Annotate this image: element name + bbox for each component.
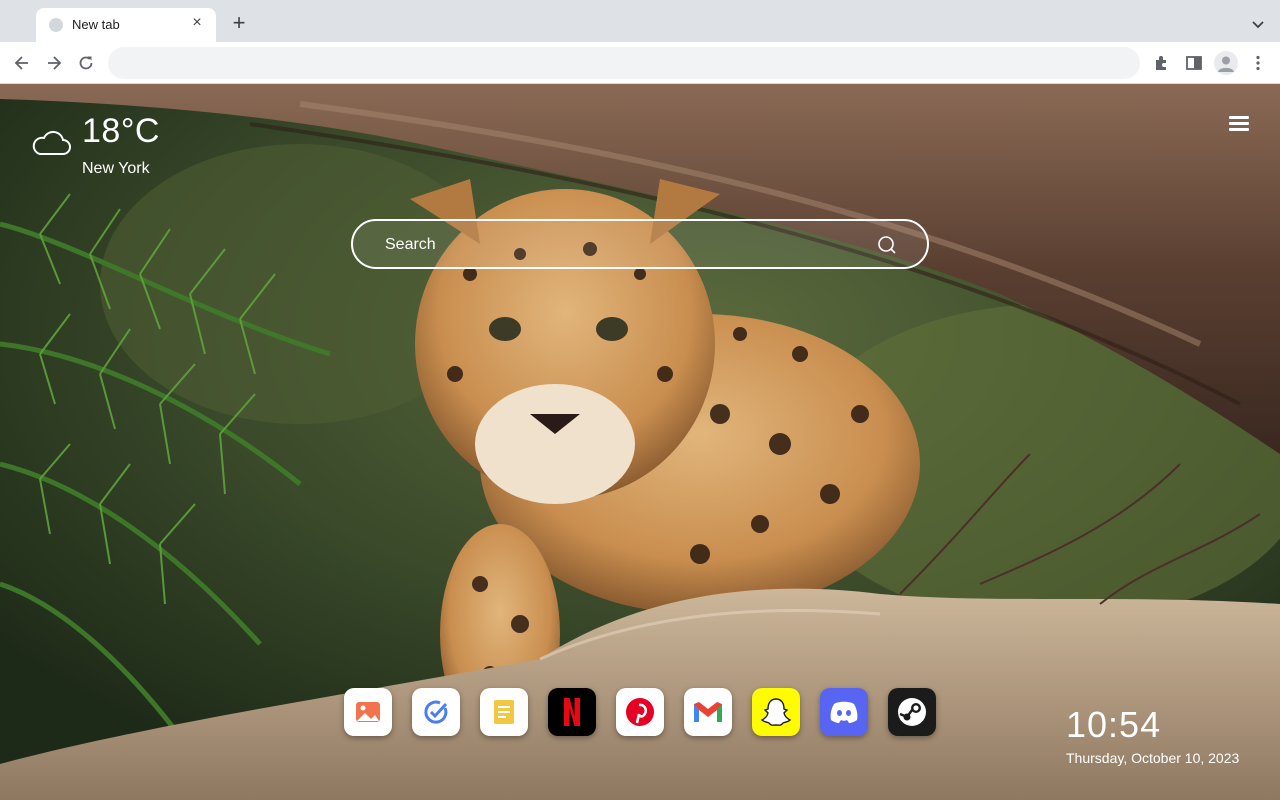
photos-icon bbox=[356, 702, 380, 722]
address-bar[interactable] bbox=[108, 47, 1140, 79]
netflix-icon bbox=[564, 698, 580, 726]
search-input[interactable] bbox=[383, 221, 867, 269]
profile-avatar-icon[interactable] bbox=[1214, 51, 1238, 75]
netflix-app-shortcut[interactable] bbox=[548, 688, 596, 736]
notes-icon bbox=[494, 700, 514, 724]
reload-icon[interactable] bbox=[76, 53, 96, 73]
new-tab-button[interactable]: + bbox=[228, 12, 250, 34]
temperature-label: 18°C bbox=[82, 112, 160, 150]
puzzle-icon[interactable] bbox=[1152, 53, 1172, 73]
side-panel-icon[interactable] bbox=[1184, 53, 1204, 73]
chevron-down-icon[interactable] bbox=[1250, 16, 1266, 32]
hamburger-icon[interactable] bbox=[1229, 116, 1249, 134]
tab-strip: New tab × + bbox=[0, 0, 1280, 42]
gmail-icon bbox=[694, 702, 722, 722]
back-arrow-icon[interactable] bbox=[12, 53, 32, 73]
search-icon[interactable] bbox=[877, 235, 897, 255]
steam-icon bbox=[898, 698, 926, 726]
clock-time: 10:54 bbox=[1066, 704, 1162, 745]
new-tab-page: 18°C New York Search 10:54 Thursday, Oct… bbox=[0, 84, 1280, 800]
plus-icon: + bbox=[232, 10, 246, 35]
steam-app-shortcut[interactable] bbox=[888, 688, 936, 736]
discord-app-shortcut[interactable] bbox=[820, 688, 868, 736]
photos-app-shortcut[interactable] bbox=[344, 688, 392, 736]
search-box[interactable] bbox=[351, 219, 929, 269]
tab-title: New tab bbox=[72, 17, 120, 32]
forward-arrow-icon[interactable] bbox=[44, 53, 64, 73]
city-label: New York bbox=[82, 160, 150, 177]
snapchat-icon bbox=[760, 698, 792, 726]
tasks-app-shortcut[interactable] bbox=[412, 688, 460, 736]
tasks-icon bbox=[424, 700, 448, 724]
discord-icon bbox=[830, 701, 858, 723]
close-icon[interactable]: × bbox=[188, 14, 206, 32]
cloud-icon bbox=[32, 130, 71, 155]
tab-new-tab[interactable]: New tab × bbox=[36, 8, 216, 42]
notes-app-shortcut[interactable] bbox=[480, 688, 528, 736]
gmail-app-shortcut[interactable] bbox=[684, 688, 732, 736]
clock-date: Thursday, October 10, 2023 bbox=[1066, 750, 1240, 766]
pinterest-icon bbox=[626, 698, 654, 726]
pinterest-app-shortcut[interactable] bbox=[616, 688, 664, 736]
browser-toolbar bbox=[0, 42, 1280, 84]
snapchat-app-shortcut[interactable] bbox=[752, 688, 800, 736]
favicon-icon bbox=[49, 18, 63, 32]
vertical-dots-icon[interactable] bbox=[1248, 53, 1268, 73]
